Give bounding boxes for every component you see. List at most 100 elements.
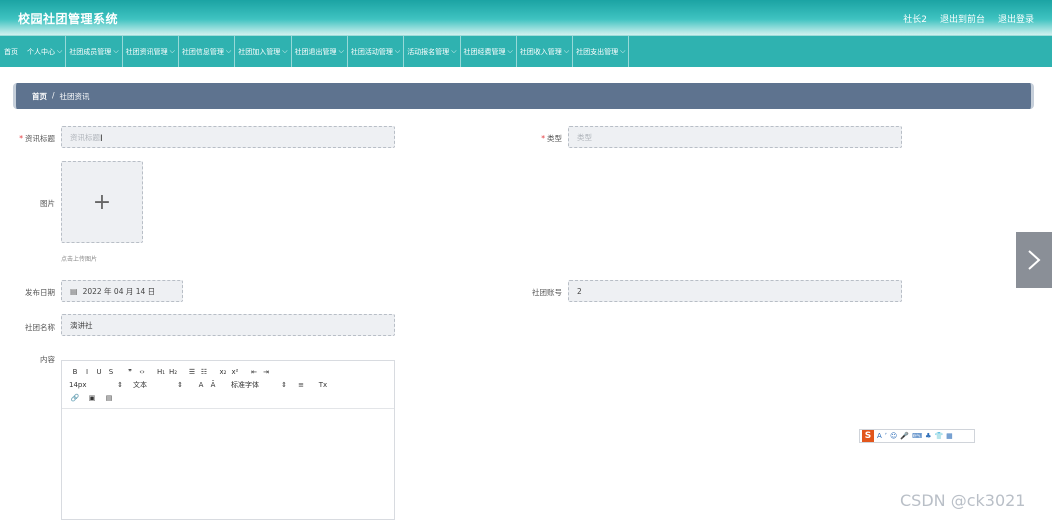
toolbar-row-formatting: B I U S ❞ ‹› H₁ H₂ ☰ ☷ x₂ x² ⇤ ⇥ [69,365,387,378]
nav-item-label: 社团支出管理 [576,47,619,56]
side-next-button[interactable] [1016,232,1052,288]
outdent-icon[interactable]: ⇤ [248,368,260,376]
nav-item-label: 社团经费管理 [463,47,506,56]
sogou-logo-icon[interactable]: S [862,430,874,442]
title-input[interactable]: 资讯标题 [61,126,395,148]
ime-toolbar[interactable]: S A ʼ ☺ 🎤 ⌨ ♣ 👕 ▦ [859,429,975,443]
nav-item-label: 社团活动管理 [350,47,393,56]
main-nav: 首页 个人中心 ⌵ 社团成员管理 ⌵ 社团资讯管理 ⌵ 社团信息管理 ⌵ 社团加入管理 ⌵ 社团退出管… [0,36,1052,67]
subscript-icon[interactable]: x₂ [217,368,229,376]
chevron-down-icon: ⌵ [282,47,288,55]
h1-icon[interactable]: H₁ [155,368,167,376]
chevron-down-icon: ⌵ [451,47,457,55]
rich-text-editor: B I U S ❞ ‹› H₁ H₂ ☰ ☷ x₂ x² ⇤ ⇥ 14px ⇕ 文本 ⇕ A Ā 标准字体 ⇕ … [61,360,395,520]
clear-format-icon[interactable]: Tx [317,381,329,389]
bold-icon[interactable]: B [69,368,81,376]
breadcrumb-home[interactable]: 首页 [32,91,47,102]
strike-icon[interactable]: S [105,368,117,376]
bullet-list-icon[interactable]: ☷ [198,368,210,376]
nav-item-8[interactable]: 活动报名管理 ⌵ [404,36,461,67]
stepper-icon: ⇕ [177,380,183,389]
club-name-input[interactable]: 演讲社 [61,314,395,336]
indent-icon[interactable]: ⇥ [260,368,272,376]
club-name-label: 社团名称 [25,323,55,332]
app-title: 校园社团管理系统 [18,12,119,26]
required-mark: * [19,134,23,143]
type-select[interactable]: 类型 [568,126,902,148]
link-icon[interactable]: 🔗 [69,394,81,402]
letter-mode-icon[interactable]: A [877,432,882,440]
nav-item-label: 社团加入管理 [238,47,281,56]
superscript-icon[interactable]: x² [229,368,241,376]
nav-item-6[interactable]: 社团退出管理 ⌵ [292,36,348,67]
menu-grid-icon[interactable]: ▦ [946,432,953,440]
image-label: 图片 [40,199,55,208]
h2-icon[interactable]: H₂ [167,368,179,376]
font-size-value: 14px [69,380,87,389]
chevron-down-icon: ⌵ [507,47,513,55]
background-color-icon[interactable]: Ā [207,381,219,389]
font-color-icon[interactable]: A [195,381,207,389]
ordered-list-icon[interactable]: ☰ [186,368,198,376]
logout-link[interactable]: 退出登录 [998,12,1034,25]
date-label: 发布日期 [25,288,55,297]
nav-item-0[interactable]: 首页 [0,36,24,67]
type-label-text: 类型 [547,134,562,143]
nav-item-label: 社团退出管理 [294,47,337,56]
chevron-down-icon: ⌵ [563,47,570,55]
title-label-text: 资讯标题 [25,134,55,143]
nav-item-1[interactable]: 个人中心 ⌵ [24,36,67,67]
toolbar-row-insert: 🔗 ▣ ▤ [69,391,387,404]
nav-item-label: 社团信息管理 [181,47,224,56]
keyboard-icon[interactable]: ⌨ [912,432,922,440]
italic-icon[interactable]: I [81,368,93,376]
nav-item-label: 活动报名管理 [407,47,450,56]
font-family-select[interactable]: 标准字体 ⇕ [231,380,291,390]
watermark: CSDN @ck3021 [900,491,1026,510]
underline-icon[interactable]: U [93,368,105,376]
nav-item-label: 社团成员管理 [69,47,112,56]
quote-icon[interactable]: ❞ [124,368,136,376]
breadcrumb-bar: 首页 / 社团资讯 [13,83,1034,109]
user-role-link[interactable]: 社长2 [903,12,927,25]
font-family-value: 标准字体 [231,380,259,389]
text-style-value: 文本 [133,380,147,389]
nav-item-4[interactable]: 社团信息管理 ⌵ [179,36,236,67]
calendar-icon: ▤ [70,286,78,296]
nav-item-label: 社团资讯管理 [125,47,168,56]
required-mark: * [541,134,545,143]
align-icon[interactable]: ≡ [295,381,307,389]
date-value: 2022 年 04 月 14 日 [82,286,156,296]
nav-item-10[interactable]: 社团收入管理 ⌵ [517,36,574,67]
code-icon[interactable]: ‹› [136,368,148,376]
shirt-icon[interactable]: 👕 [934,432,943,440]
nav-item-9[interactable]: 社团经费管理 ⌵ [461,36,517,67]
chevron-down-icon: ⌵ [57,47,63,55]
type-label: * 类型 [520,133,562,144]
nav-item-11[interactable]: 社团支出管理 ⌵ [573,36,630,67]
chevron-down-icon: ⌵ [394,47,401,55]
nav-item-3[interactable]: 社团资讯管理 ⌵ [123,36,179,67]
image-icon[interactable]: ▣ [86,394,98,402]
stepper-icon: ⇕ [117,380,123,389]
video-icon[interactable]: ▤ [103,394,115,402]
nav-item-5[interactable]: 社团加入管理 ⌵ [235,36,292,67]
image-upload-button[interactable]: + [61,161,143,243]
stepper-icon: ⇕ [281,380,287,389]
text-cursor-icon: I [100,134,103,144]
punctuation-icon[interactable]: ʼ [885,432,887,440]
plus-icon: + [92,189,112,215]
nav-item-2[interactable]: 社团成员管理 ⌵ [66,36,123,67]
account-input[interactable]: 2 [568,280,902,302]
text-style-select[interactable]: 文本 ⇕ [133,380,187,390]
microphone-icon[interactable]: 🎤 [900,432,909,440]
nav-item-7[interactable]: 社团活动管理 ⌵ [348,36,405,67]
skin-icon[interactable]: ♣ [925,432,931,440]
date-picker[interactable]: ▤ 2022 年 04 月 14 日 [61,280,183,302]
editor-content-area[interactable] [62,409,394,519]
emoji-icon[interactable]: ☺ [890,432,897,440]
chevron-down-icon: ⌵ [338,47,344,55]
back-to-frontend-link[interactable]: 退出到前台 [940,12,985,25]
chevron-down-icon: ⌵ [225,47,232,55]
font-size-select[interactable]: 14px ⇕ [69,381,127,389]
